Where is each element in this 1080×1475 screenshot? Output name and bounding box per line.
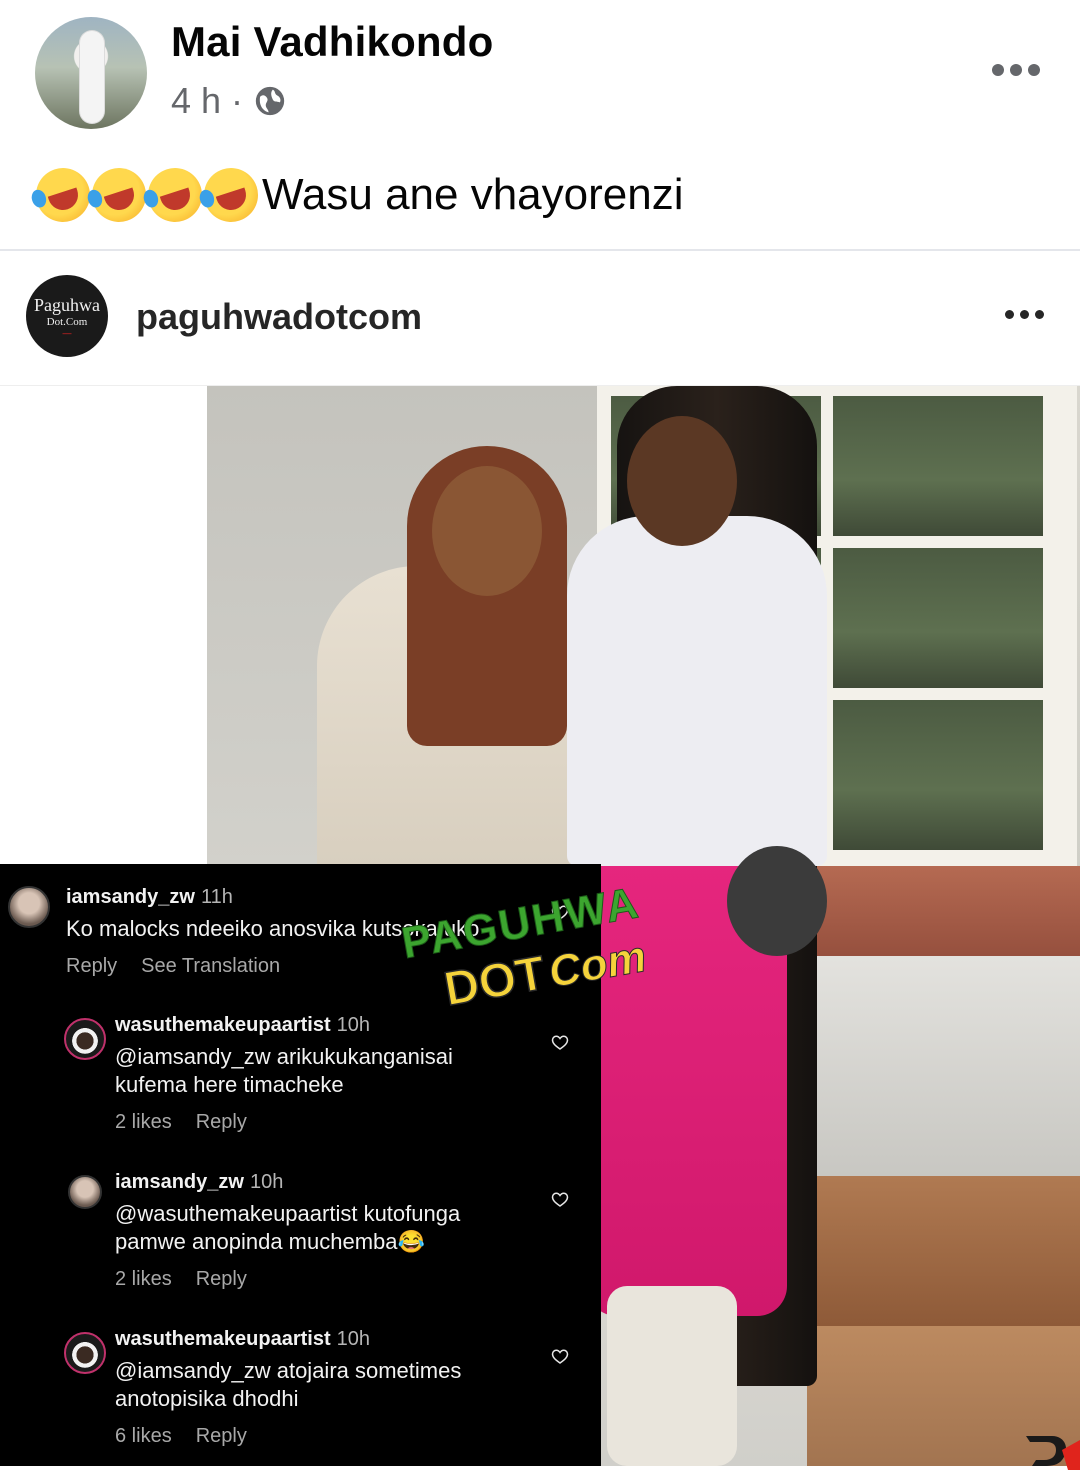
heart-icon[interactable] [551,1034,569,1052]
comment-item: iamsandy_zw 10h @wasuthemakeupaartist kut… [64,1171,594,1301]
comment-username[interactable]: iamsandy_zw [66,886,195,908]
logo-line3: — [62,327,72,338]
dot [1020,310,1029,319]
window-pane [833,548,1043,688]
dot [1028,64,1040,76]
reply-button[interactable]: Reply [66,955,117,978]
reply-button[interactable]: Reply [196,1268,247,1291]
post-options-more-icon[interactable] [992,58,1042,82]
comment-username[interactable]: iamsandy_zw [115,1171,244,1193]
post-header: Mai Vadhikondo 4 h · [0,0,1080,150]
comment-text-line: pamwe anopinda muchemba😂 [115,1229,425,1254]
comment-actions: 6 likes Reply [115,1425,535,1448]
comment-text-line: @iamsandy_zw arikukukanganisai [115,1044,453,1069]
commenter-avatar[interactable] [64,1332,106,1374]
likes-count[interactable]: 6 likes [115,1425,172,1448]
man-shirt [567,516,827,866]
comment-header: iamsandy_zw 10h [115,1171,535,1194]
commenter-avatar[interactable] [68,1175,102,1209]
post-time[interactable]: 4 h [171,80,221,122]
meta-separator: · [231,80,244,121]
dot [992,64,1004,76]
paguhwa-logo-avatar[interactable]: Paguhwa Dot.Com — [26,275,108,357]
crossbody-bag [727,846,827,956]
post-text: Wasu ane vhayorenzi [28,160,684,230]
post-meta: 4 h · [171,80,287,122]
comment-username[interactable]: wasuthemakeupaartist [115,1328,331,1350]
comment-actions: 2 likes Reply [115,1111,535,1134]
comment-time: 10h [336,1328,371,1350]
commenter-avatar[interactable] [8,886,50,928]
see-translation-button[interactable]: See Translation [141,955,280,978]
comment-header: wasuthemakeupaartist 10h [115,1328,535,1351]
globe-icon [255,86,285,116]
comment-body: wasuthemakeupaartist 10h @iamsandy_zw ato… [115,1328,535,1448]
comment-text: @iamsandy_zw atojaira sometimes anotopis… [115,1357,535,1413]
shared-account-name[interactable]: paguhwadotcom [136,296,422,338]
avatar-figure [80,31,104,123]
logo-line2: Dot.Com [46,315,88,328]
reply-button[interactable]: Reply [196,1425,247,1448]
window-pane [833,396,1043,536]
comment-text: @iamsandy_zw arikukukanganisai kufema he… [115,1043,535,1099]
comment-time: 10h [336,1014,371,1036]
comment-item: wasuthemakeupaartist 10h @iamsandy_zw ato… [64,1328,594,1458]
commenter-avatar[interactable] [64,1018,106,1060]
dot [1010,64,1022,76]
comment-username[interactable]: wasuthemakeupaartist [115,1014,331,1036]
heart-icon[interactable] [551,1348,569,1366]
comment-text-line: @iamsandy_zw atojaira sometimes [115,1358,462,1383]
photo-brick-ledge [807,866,1080,956]
photo-wall-stripe [807,1176,1080,1326]
likes-count[interactable]: 2 likes [115,1268,172,1291]
dot [1005,310,1014,319]
comment-item: wasuthemakeupaartist 10h @iamsandy_zw ari… [64,1014,594,1144]
comment-text-line: @wasuthemakeupaartist kutofunga [115,1201,461,1226]
comment-body: wasuthemakeupaartist 10h @iamsandy_zw ari… [115,1014,535,1134]
comment-text-line: kufema here timacheke [115,1072,344,1097]
post-caption: Wasu ane vhayorenzi [262,170,684,219]
logo-line1: Paguhwa [34,294,100,315]
emoji-row [28,160,266,230]
rolling-laughing-emoji-icon [196,160,266,230]
woman-face [432,466,542,596]
man-face [627,416,737,546]
likes-count[interactable]: 2 likes [115,1111,172,1134]
author-name[interactable]: Mai Vadhikondo [171,18,494,66]
photo-lower-wall [807,956,1080,1176]
comment-text-line: anotopisika dhodhi [115,1386,299,1411]
man-boot [607,1286,737,1466]
window-pane [833,700,1043,850]
comment-actions: 2 likes Reply [115,1268,535,1291]
comment-time: 11h [200,886,233,908]
comment-header: wasuthemakeupaartist 10h [115,1014,535,1037]
comment-time: 10h [249,1171,284,1193]
author-avatar[interactable] [35,17,147,129]
comment-text: @wasuthemakeupaartist kutofunga pamwe an… [115,1200,535,1256]
corner-brand-logo [1026,1436,1080,1470]
divider [0,249,1080,251]
heart-icon[interactable] [551,1191,569,1209]
dot [1035,310,1044,319]
reply-button[interactable]: Reply [196,1111,247,1134]
shared-options-more-icon[interactable] [1005,310,1044,319]
comment-body: iamsandy_zw 10h @wasuthemakeupaartist kut… [115,1171,535,1291]
